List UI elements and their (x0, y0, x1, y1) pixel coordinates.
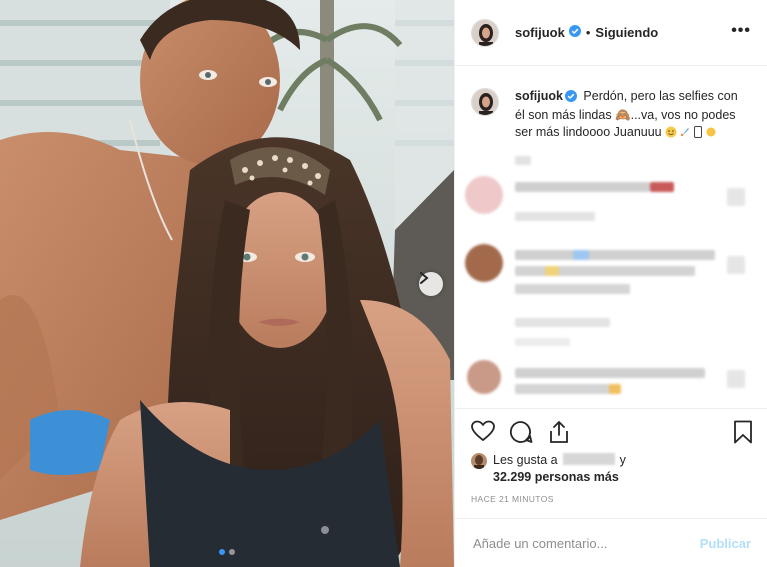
liker-avatar[interactable] (471, 453, 487, 469)
likes-count[interactable]: 32.299 personas más (493, 470, 619, 484)
post-photo[interactable] (0, 0, 454, 567)
likes-text: Les gusta a y 32.299 personas más (493, 452, 626, 486)
caption-username[interactable]: sofijuok (515, 89, 563, 103)
header-separator: • (585, 25, 591, 40)
sparkle-emoji-icon (706, 127, 716, 137)
action-bar (471, 420, 753, 446)
more-options-icon[interactable]: ••• (731, 22, 751, 40)
author-username[interactable]: sofijuok (515, 25, 565, 40)
post-timestamp[interactable]: HACE 21 MINUTOS (471, 494, 554, 504)
verified-badge-icon (568, 24, 581, 42)
caption-emojis (665, 126, 717, 138)
carousel-indicator (0, 549, 454, 555)
chevron-right-icon (420, 272, 429, 284)
phone-emoji-icon (694, 126, 703, 138)
caption-avatar[interactable] (471, 88, 499, 116)
author-avatar[interactable] (471, 18, 499, 47)
likes-prefix: Les gusta a (493, 453, 558, 467)
rocket-emoji-icon (680, 128, 690, 137)
caption: sofijuok Perdón, pero las selfies con él… (455, 66, 767, 141)
blurred-comments (455, 148, 767, 408)
likes-connector: y (619, 453, 626, 467)
carousel-dot (229, 549, 235, 555)
comment-form: Publicar (455, 518, 767, 567)
divider (455, 408, 767, 409)
carousel-next-button[interactable] (419, 272, 443, 296)
smiling-face-emoji-icon (665, 126, 677, 138)
photo-illustration (0, 0, 454, 567)
heart-icon[interactable] (471, 420, 495, 447)
verified-badge-icon (564, 90, 577, 107)
post-header: sofijuok • Siguiendo ••• (455, 0, 767, 66)
redacted-username (562, 453, 615, 465)
post-side-panel: sofijuok • Siguiendo ••• sofijuok Perdón… (454, 0, 767, 567)
caption-text: sofijuok Perdón, pero las selfies con él… (515, 88, 745, 141)
comment-input[interactable] (471, 534, 700, 552)
comment-bubble-icon[interactable] (509, 420, 533, 449)
share-icon[interactable] (547, 420, 571, 449)
bookmark-icon[interactable] (733, 420, 753, 449)
publish-button[interactable]: Publicar (700, 536, 751, 551)
following-button[interactable]: Siguiendo (595, 25, 658, 40)
likes-summary: Les gusta a y 32.299 personas más (471, 452, 626, 486)
carousel-dot-active (219, 549, 225, 555)
